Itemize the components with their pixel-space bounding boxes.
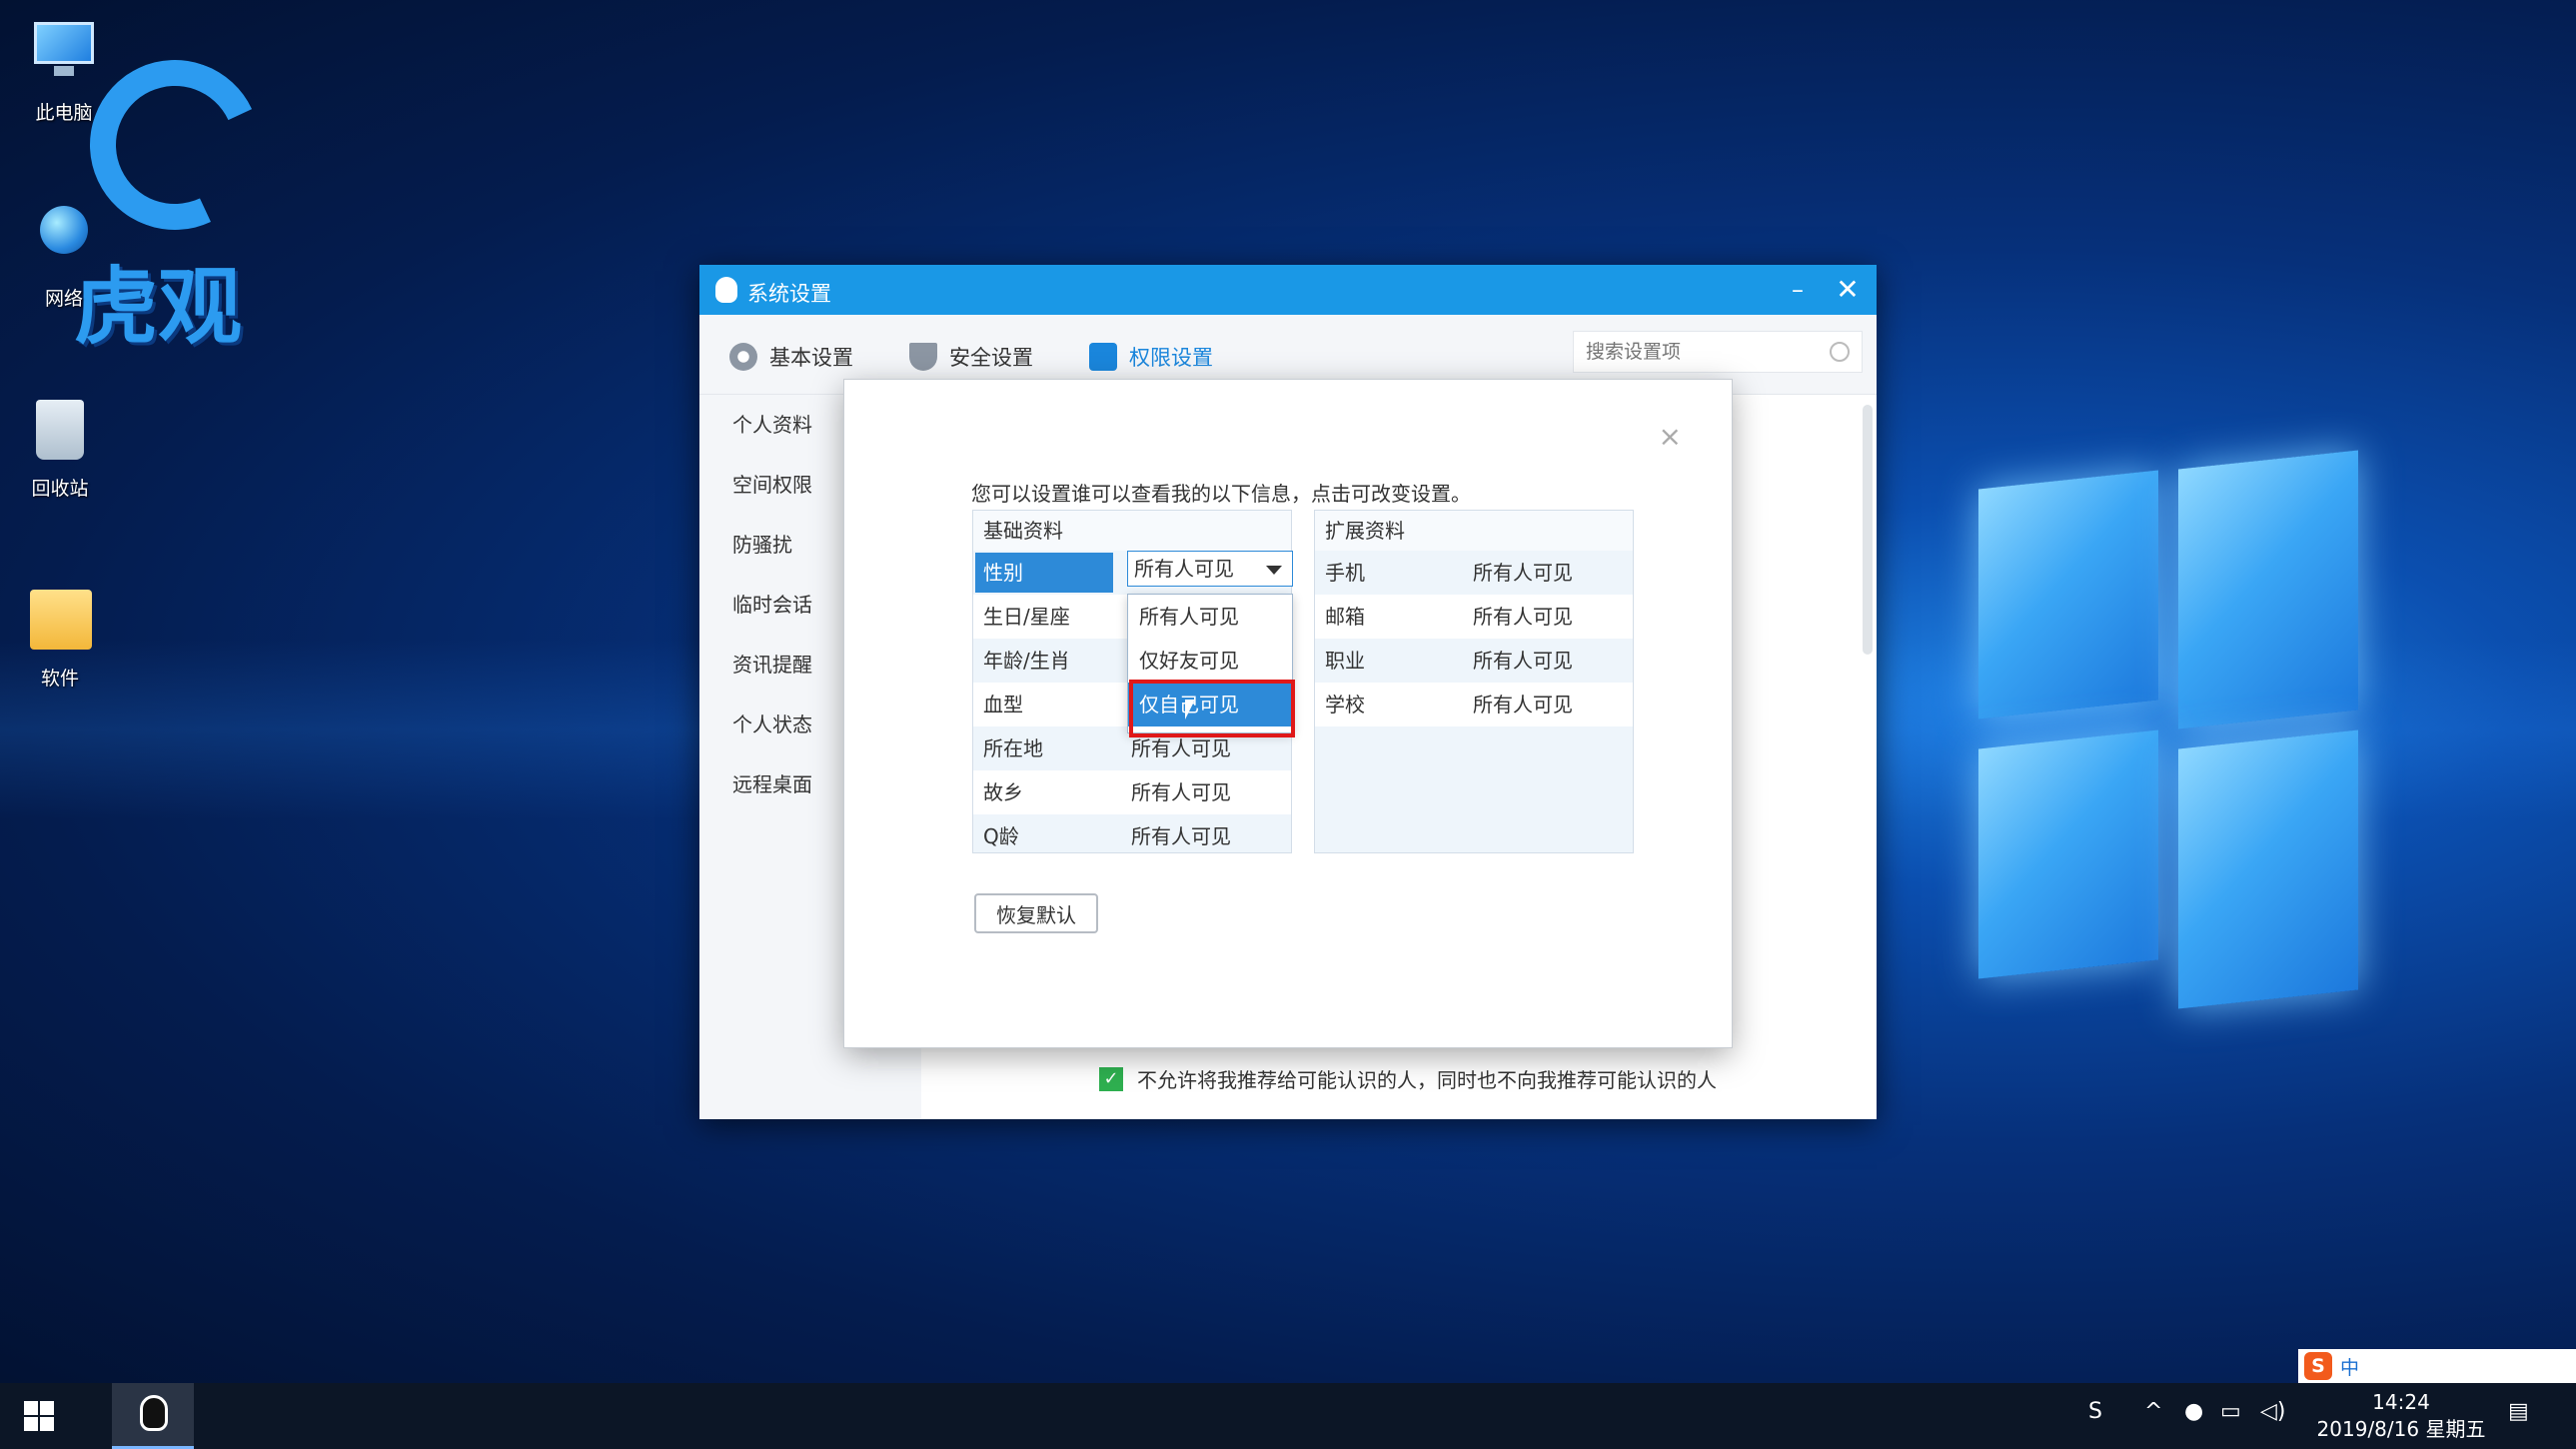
ime-toolbar[interactable]: S 中 bbox=[2298, 1349, 2576, 1383]
desktop-icon-network[interactable]: 网络 bbox=[4, 200, 124, 311]
row-value: 所有人可见 bbox=[1473, 561, 1573, 585]
sogou-tray-icon[interactable]: S bbox=[2088, 1399, 2102, 1424]
search-icon[interactable] bbox=[1830, 342, 1850, 362]
network-tray-icon[interactable]: ▭ bbox=[2220, 1399, 2241, 1424]
extended-info-header: 扩展资料 bbox=[1315, 511, 1633, 551]
windows-logo-wallpaper bbox=[1869, 420, 2358, 1049]
qq-penguin-icon bbox=[715, 277, 737, 303]
row-label: 手机 bbox=[1325, 561, 1365, 585]
minimize-button[interactable]: – bbox=[1781, 273, 1815, 307]
mouse-cursor-icon bbox=[1185, 700, 1195, 720]
row-label: 学校 bbox=[1325, 693, 1365, 717]
row-value: 所有人可见 bbox=[1131, 780, 1231, 804]
option-friends-only[interactable]: 仅好友可见 bbox=[1128, 639, 1292, 683]
taskbar-clock[interactable]: 14:24 2019/8/16 星期五 bbox=[2306, 1389, 2496, 1443]
notification-icon[interactable]: ▤ bbox=[2508, 1399, 2529, 1424]
desktop-icon-label: 软件 bbox=[40, 668, 79, 690]
ime-mode[interactable]: 中 bbox=[2340, 1353, 2359, 1380]
option-everyone[interactable]: 所有人可见 bbox=[1128, 595, 1292, 639]
scrollbar[interactable] bbox=[1863, 405, 1873, 655]
volume-icon[interactable]: ◁) bbox=[2260, 1399, 2286, 1424]
row-value: 所有人可见 bbox=[1131, 824, 1231, 848]
row-label: 年龄/生肖 bbox=[983, 649, 1070, 673]
desktop-icon-label: 此电脑 bbox=[35, 102, 93, 124]
clock-time: 14:24 bbox=[2372, 1390, 2430, 1414]
chevron-down-icon bbox=[1266, 566, 1282, 575]
table-row[interactable]: 学校 所有人可见 bbox=[1315, 683, 1633, 726]
network-icon bbox=[26, 200, 102, 276]
taskbar: S ^ ● ▭ ◁) 14:24 2019/8/16 星期五 ▤ bbox=[0, 1383, 2576, 1449]
tab-permission-settings[interactable]: 权限设置 bbox=[1089, 339, 1213, 375]
table-row[interactable]: Q龄 所有人可见 bbox=[973, 814, 1291, 858]
table-row[interactable]: 故乡 所有人可见 bbox=[973, 770, 1291, 814]
taskbar-qq-app[interactable] bbox=[112, 1383, 194, 1449]
lock-icon bbox=[1089, 343, 1117, 371]
visibility-select[interactable]: 所有人可见 bbox=[1127, 551, 1293, 587]
windows-icon bbox=[24, 1401, 38, 1415]
desktop-icon-software[interactable]: 软件 bbox=[0, 580, 120, 691]
no-recommend-label: 不允许将我推荐给可能认识的人，同时也不向我推荐可能认识的人 bbox=[1137, 1068, 1717, 1092]
desktop-icon-recycle-bin[interactable]: 回收站 bbox=[0, 390, 120, 501]
tab-security-settings[interactable]: 安全设置 bbox=[909, 339, 1033, 375]
row-label: 生日/星座 bbox=[983, 605, 1070, 629]
window-title: 系统设置 bbox=[747, 282, 831, 306]
qq-tray-icon[interactable]: ● bbox=[2184, 1399, 2203, 1424]
start-button[interactable] bbox=[10, 1383, 66, 1449]
computer-icon bbox=[26, 14, 102, 90]
clock-date: 2019/8/16 星期五 bbox=[2316, 1417, 2486, 1441]
tab-label: 基本设置 bbox=[769, 346, 853, 370]
row-label: 故乡 bbox=[983, 780, 1023, 804]
desktop-icon-label: 回收站 bbox=[31, 478, 89, 500]
tab-label: 权限设置 bbox=[1129, 346, 1213, 370]
table-row[interactable]: 手机 所有人可见 bbox=[1315, 551, 1633, 595]
folder-icon bbox=[22, 580, 98, 656]
row-value: 所有人可见 bbox=[1473, 649, 1573, 673]
desktop-icon-this-pc[interactable]: 此电脑 bbox=[4, 14, 124, 125]
row-value: 所有人可见 bbox=[1473, 693, 1573, 717]
search-input[interactable] bbox=[1574, 332, 1814, 372]
qq-penguin-icon bbox=[140, 1395, 168, 1431]
tab-basic-settings[interactable]: 基本设置 bbox=[729, 339, 853, 375]
sogou-ime-icon: S bbox=[2304, 1352, 2332, 1380]
row-label: 职业 bbox=[1325, 649, 1365, 673]
highlight-annotation-box bbox=[1129, 680, 1295, 737]
no-recommend-option[interactable]: ✓ 不允许将我推荐给可能认识的人，同时也不向我推荐可能认识的人 bbox=[1099, 1064, 1717, 1093]
row-label: 所在地 bbox=[983, 736, 1043, 760]
row-label: 血型 bbox=[983, 693, 1023, 717]
row-label: 邮箱 bbox=[1325, 605, 1365, 629]
close-button[interactable]: ✕ bbox=[1831, 273, 1865, 307]
row-value: 所有人可见 bbox=[1473, 605, 1573, 629]
restore-default-button[interactable]: 恢复默认 bbox=[974, 893, 1098, 933]
tab-label: 安全设置 bbox=[949, 346, 1033, 370]
chevron-up-icon[interactable]: ^ bbox=[2144, 1399, 2162, 1424]
gear-icon bbox=[729, 343, 757, 371]
basic-info-header: 基础资料 bbox=[973, 511, 1291, 551]
window-titlebar[interactable]: 系统设置 – ✕ bbox=[699, 265, 1877, 315]
checkbox-checked-icon[interactable]: ✓ bbox=[1099, 1066, 1123, 1091]
visibility-select-value: 所有人可见 bbox=[1134, 557, 1234, 581]
desktop-icon-label: 网络 bbox=[44, 288, 83, 310]
extended-info-panel: 扩展资料 手机 所有人可见 邮箱 所有人可见 职业 所有人可见 学校 所有人可见 bbox=[1314, 510, 1634, 853]
dialog-close-button[interactable]: × bbox=[1659, 420, 1682, 453]
dialog-description: 您可以设置谁可以查看我的以下信息，点击可改变设置。 bbox=[971, 482, 1471, 506]
table-row[interactable]: 邮箱 所有人可见 bbox=[1315, 595, 1633, 639]
recycle-bin-icon bbox=[22, 390, 98, 466]
row-label: 性别 bbox=[975, 553, 1113, 593]
row-label: Q龄 bbox=[983, 824, 1019, 848]
settings-search bbox=[1573, 331, 1863, 373]
table-row[interactable]: 职业 所有人可见 bbox=[1315, 639, 1633, 683]
shield-icon bbox=[909, 343, 937, 371]
